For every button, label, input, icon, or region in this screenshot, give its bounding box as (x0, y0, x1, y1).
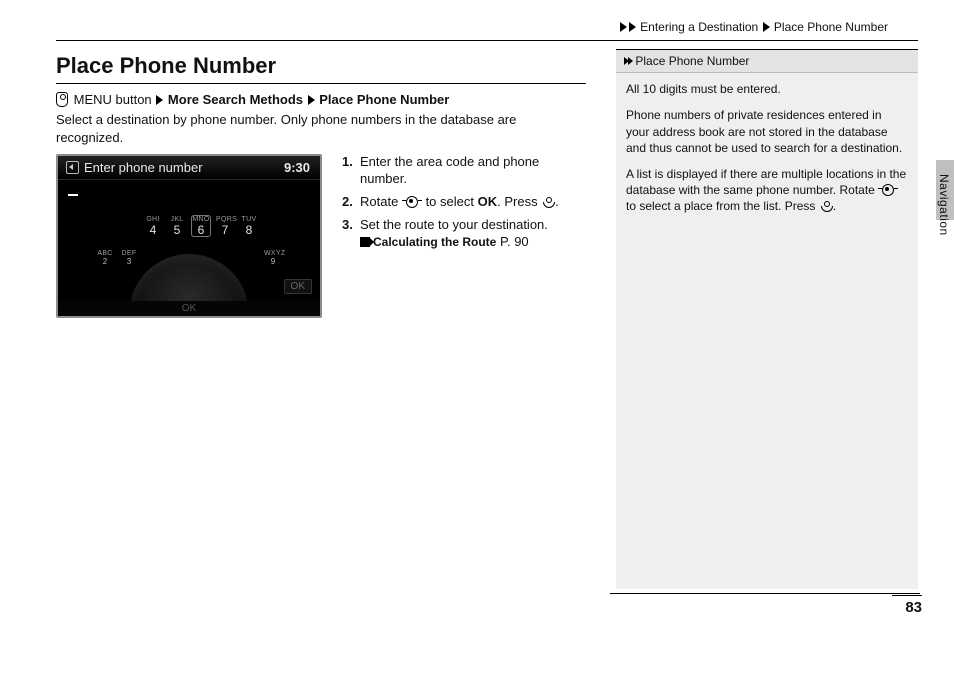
key-2: ABC2 (96, 250, 114, 266)
key (120, 216, 138, 236)
breadcrumb-arrow-icon (629, 22, 636, 32)
sidebar-note: Place Phone Number All 10 digits must be… (616, 49, 918, 589)
key-3: DEF3 (120, 250, 138, 266)
device-ok-small: OK (284, 279, 312, 294)
input-cursor (68, 194, 78, 196)
key (96, 216, 114, 236)
breadcrumb-arrow-icon (763, 22, 770, 32)
dial-row-top: GHI4 JKL5 MNO6 PQRS7 TUV8 (58, 216, 320, 236)
xref-arrow-icon (360, 237, 370, 247)
step-2: 2. Rotate to select OK. Press . (342, 194, 586, 211)
xref-page: P. 90 (500, 234, 529, 249)
key-6-selected: MNO6 (192, 216, 210, 236)
breadcrumb-level1: Entering a Destination (640, 20, 758, 34)
press-button-icon (542, 196, 554, 208)
back-icon (66, 161, 79, 174)
breadcrumb-arrow-icon (620, 22, 627, 32)
path-arrow-icon (308, 95, 315, 105)
section-tab-label: Navigation (937, 174, 951, 236)
xref-link: Calculating the Route (373, 235, 496, 249)
sidebar-p2: Phone numbers of private residences ente… (626, 107, 908, 156)
sidebar-p1: All 10 digits must be entered. (626, 81, 908, 97)
rotate-dial-icon (879, 184, 897, 196)
breadcrumb: Entering a Destination Place Phone Numbe… (56, 20, 918, 34)
menu-path-step2: Place Phone Number (319, 92, 449, 107)
step-1: 1. Enter the area code and phone number. (342, 154, 586, 188)
sidebar-p3: A list is displayed if there are multipl… (626, 166, 908, 215)
rotate-dial-icon (403, 196, 421, 208)
device-ok-bottom: OK (58, 301, 320, 316)
key (264, 216, 282, 236)
path-arrow-icon (156, 95, 163, 105)
page-number: 83 (892, 595, 922, 616)
menu-path-step1: More Search Methods (168, 92, 303, 107)
section-title: Place Phone Number (56, 53, 586, 84)
menu-path-prefix: MENU button (74, 92, 152, 107)
sidebar-note-heading: Place Phone Number (616, 49, 918, 73)
step-list: 1. Enter the area code and phone number.… (342, 154, 586, 318)
device-prompt: Enter phone number (84, 160, 203, 175)
key-8: TUV8 (240, 216, 258, 236)
key-4: GHI4 (144, 216, 162, 236)
sidebar-chevron-icon (628, 57, 633, 65)
menu-button-icon (56, 92, 68, 107)
intro-text: Select a destination by phone number. On… (56, 111, 586, 146)
footer-rule (610, 593, 920, 594)
top-rule (56, 40, 918, 41)
key-9: WXYZ9 (264, 250, 282, 266)
key-5: JKL5 (168, 216, 186, 236)
press-button-icon (820, 200, 832, 212)
breadcrumb-level2: Place Phone Number (774, 20, 888, 34)
step-3: 3. Set the route to your destination. Ca… (342, 217, 586, 251)
menu-path: MENU button More Search Methods Place Ph… (56, 92, 586, 107)
key-7: PQRS7 (216, 216, 234, 236)
key (240, 250, 258, 266)
device-clock: 9:30 (284, 160, 310, 175)
device-screenshot: Enter phone number 9:30 GHI4 JKL5 MNO6 P… (56, 154, 322, 318)
